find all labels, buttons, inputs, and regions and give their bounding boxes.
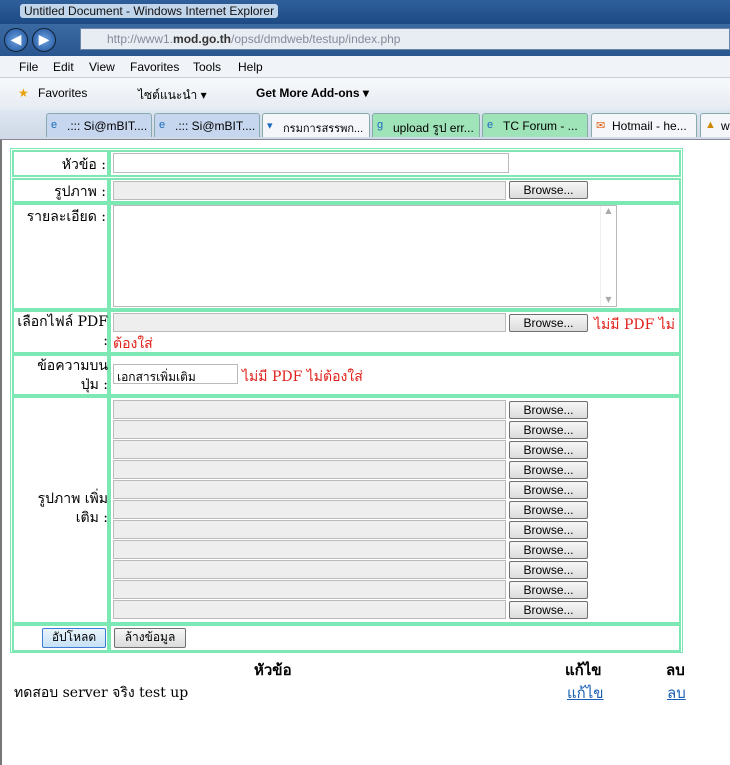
menu-view[interactable]: View [89,60,115,74]
more-image-browse-button[interactable]: Browse... [509,521,588,539]
more-image-input[interactable] [113,580,506,599]
menu-help[interactable]: Help [238,60,263,74]
ie-icon: e [159,119,166,131]
title-input[interactable] [113,153,509,173]
delete-link[interactable]: ลบ [667,681,686,705]
more-images-label: รูปภาพ เพิ่ม เติม : [37,491,108,526]
menu-edit[interactable]: Edit [53,60,74,74]
google-icon: g [377,119,384,131]
forward-button[interactable]: ▶ [32,28,56,52]
row-title: ทดสอบ server จริง test up [14,685,189,701]
more-image-input[interactable] [113,500,506,519]
more-image-input[interactable] [113,420,506,439]
page-content: หัวข้อ : รูปภาพ : Browse... รายละเอียด :… [0,140,730,765]
tab-4[interactable]: g upload รูป err... [372,113,480,137]
url-domain: mod.go.th [173,32,232,46]
image-browse-button[interactable]: Browse... [509,181,588,199]
textarea-scrollbar[interactable]: ▲ ▼ [600,206,616,306]
tab-1[interactable]: e.::: Si@mBIT.... [46,113,152,137]
navigation-bar: ◀ ▶ http://www1.mod.go.th/opsd/dmdweb/te… [0,24,730,56]
suggested-sites-link[interactable]: ไซต์แนะนำ ▾ [138,86,207,105]
title-label: หัวข้อ : [61,157,106,173]
ie-icon: e [487,119,494,131]
button-text-label: ข้อความบน ปุ่ม : [37,358,108,393]
ie-icon: e [51,119,58,131]
pma-icon: ▲ [705,119,716,131]
menu-favorites[interactable]: Favorites [130,60,179,74]
more-image-browse-button[interactable]: Browse... [509,421,588,439]
url-prefix: http://www1. [107,32,174,46]
detail-textarea[interactable]: ▲ ▼ [113,205,617,307]
window-title: Untitled Document - Windows Internet Exp… [20,4,279,18]
more-image-browse-button[interactable]: Browse... [509,561,588,579]
pdf-note-cont: ต้องใส่ [113,336,153,352]
image-label: รูปภาพ : [54,184,106,200]
more-image-browse-button[interactable]: Browse... [509,401,588,419]
button-text-note: ไม่มี PDF ไม่ต้องใส่ [242,369,363,385]
detail-label: รายละเอียด : [26,209,106,225]
menu-bar: File Edit View Favorites Tools Help [0,56,730,78]
pdf-file-input[interactable] [113,313,506,332]
header-delete: ลบ [666,661,685,679]
header-edit: แก้ไข [565,661,602,679]
more-image-browse-button[interactable]: Browse... [509,481,588,499]
image-file-input[interactable] [113,181,506,200]
menu-file[interactable]: File [19,60,38,74]
more-image-input[interactable] [113,600,506,619]
site-icon: ▾ [267,120,273,132]
more-image-input[interactable] [113,440,506,459]
menu-tools[interactable]: Tools [193,60,221,74]
addons-link[interactable]: Get More Add-ons ▾ [256,86,369,100]
header-title: หัวข้อ [254,661,292,679]
tab-7[interactable]: ▲ w [700,113,730,137]
more-image-browse-button[interactable]: Browse... [509,581,588,599]
back-button[interactable]: ◀ [4,28,28,52]
button-text-input[interactable]: เอกสารเพิ่มเติม [113,364,238,384]
more-image-browse-button[interactable]: Browse... [509,501,588,519]
more-image-browse-button[interactable]: Browse... [509,541,588,559]
more-image-browse-button[interactable]: Browse... [509,461,588,479]
favorites-button[interactable]: Favorites [38,86,87,100]
pdf-label: เลือกไฟล์ PDF : [17,314,108,349]
more-image-input[interactable] [113,520,506,539]
pdf-browse-button[interactable]: Browse... [509,314,588,332]
star-icon: ★ [18,86,29,100]
clear-button[interactable]: ล้างข้อมูล [114,628,186,648]
tab-3[interactable]: ▾ กรมการสรรพก... [262,113,370,137]
tab-5[interactable]: e TC Forum - ... [482,113,588,137]
more-image-input[interactable] [113,400,506,419]
hotmail-icon: ✉ [596,120,606,132]
tab-6[interactable]: ✉ Hotmail - he... [591,113,697,137]
more-image-input[interactable] [113,460,506,479]
more-image-input[interactable] [113,540,506,559]
more-image-browse-button[interactable]: Browse... [509,601,588,619]
window-title-bar: Untitled Document - Windows Internet Exp… [0,0,730,24]
url-path: /opsd/dmdweb/testup/index.php [231,32,401,46]
pdf-note: ไม่มี PDF ไม่ [594,317,676,333]
tab-bar: e.::: Si@mBIT.... e.::: Si@mBIT.... ▾ กรม… [0,110,730,140]
tab-2[interactable]: e.::: Si@mBIT.... [154,113,260,137]
upload-button[interactable]: อัปโหลด [42,628,106,648]
favorites-bar: ★ Favorites ไซต์แนะนำ ▾ Get More Add-ons… [0,78,730,110]
more-image-input[interactable] [113,560,506,579]
more-image-browse-button[interactable]: Browse... [509,441,588,459]
more-image-input[interactable] [113,480,506,499]
edit-link[interactable]: แก้ไข [567,681,604,705]
address-bar[interactable]: http://www1.mod.go.th/opsd/dmdweb/testup… [80,28,730,50]
